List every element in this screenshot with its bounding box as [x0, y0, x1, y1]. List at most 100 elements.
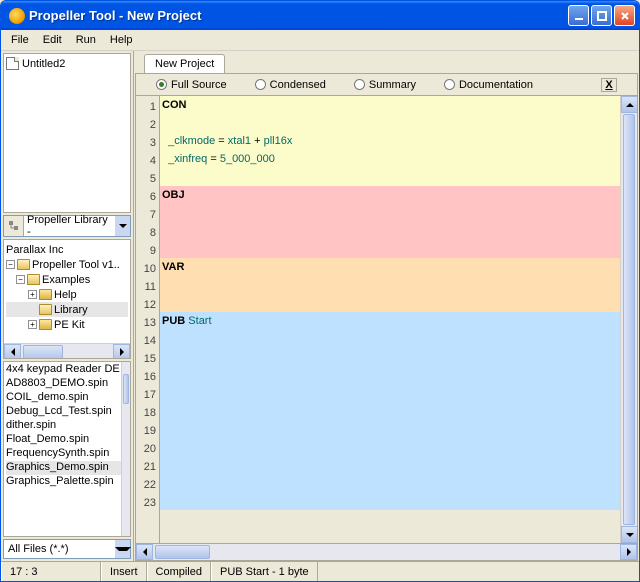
code-line[interactable]	[160, 456, 620, 474]
code-line[interactable]	[160, 384, 620, 402]
code-line[interactable]	[160, 276, 620, 294]
scroll-left-button[interactable]	[136, 544, 153, 560]
titlebar[interactable]: Propeller Tool - New Project	[1, 1, 639, 30]
file-item[interactable]: Graphics_Palette.spin	[6, 475, 128, 489]
menu-help[interactable]: Help	[104, 32, 139, 48]
code-line[interactable]: OBJ	[160, 186, 620, 204]
file-item[interactable]: Graphics_Demo.spin	[6, 461, 128, 475]
tree-hscroll[interactable]	[4, 343, 130, 359]
code-line[interactable]	[160, 222, 620, 240]
chevron-left-icon	[143, 548, 147, 556]
scroll-down-button[interactable]	[621, 526, 638, 543]
radio-icon	[444, 79, 455, 90]
scroll-right-button[interactable]	[113, 344, 130, 360]
code-line[interactable]	[160, 240, 620, 258]
client-area: Untitled2 Propeller Library - Parallax I…	[1, 51, 639, 561]
line-gutter: 1234567891011121314151617181920212223	[136, 96, 160, 543]
editor: 1234567891011121314151617181920212223 CO…	[135, 95, 638, 544]
files-vscroll[interactable]	[121, 362, 130, 536]
code-line[interactable]	[160, 366, 620, 384]
view-full[interactable]: Full Source	[156, 79, 227, 91]
file-item[interactable]: FrequencySynth.spin	[6, 447, 128, 461]
collapse-icon[interactable]: −	[16, 275, 25, 284]
code-line[interactable]: _xinfreq = 5_000_000	[160, 150, 620, 168]
code-line[interactable]	[160, 330, 620, 348]
file-item[interactable]: dither.spin	[6, 419, 128, 433]
file-item[interactable]: AD8803_DEMO.spin	[6, 377, 128, 391]
code-line[interactable]	[160, 204, 620, 222]
code-line[interactable]	[160, 438, 620, 456]
radio-icon	[354, 79, 365, 90]
scroll-thumb[interactable]	[623, 114, 635, 525]
folder-icon	[27, 274, 40, 285]
tree-item[interactable]: −Propeller Tool v1..	[6, 257, 128, 272]
dropdown-arrow[interactable]	[115, 540, 130, 558]
chevron-right-icon	[120, 348, 124, 356]
code-line[interactable]: _clkmode = xtal1 + pll16x	[160, 132, 620, 150]
status-compiled: Compiled	[147, 562, 211, 581]
code-line[interactable]	[160, 420, 620, 438]
library-selector-label: Propeller Library -	[24, 216, 115, 236]
expand-icon[interactable]: +	[28, 290, 37, 299]
code-line[interactable]	[160, 348, 620, 366]
folder-icon	[39, 289, 52, 300]
code-line[interactable]	[160, 294, 620, 312]
view-summary[interactable]: Summary	[354, 79, 416, 91]
code-line[interactable]: VAR	[160, 258, 620, 276]
tree-item[interactable]: Parallax Inc	[6, 242, 128, 257]
dropdown-arrow[interactable]	[115, 216, 130, 236]
menu-run[interactable]: Run	[70, 32, 102, 48]
main-area: New Project Full Source Condensed Summar…	[134, 51, 639, 561]
scroll-thumb[interactable]	[155, 545, 210, 559]
maximize-button[interactable]	[591, 5, 612, 26]
file-item[interactable]: COIL_demo.spin	[6, 391, 128, 405]
tree-item[interactable]: +PE Kit	[6, 317, 128, 332]
status-cursor-pos: 17 : 3	[1, 562, 101, 581]
code-line[interactable]	[160, 114, 620, 132]
file-item[interactable]: Float_Demo.spin	[6, 433, 128, 447]
menu-file[interactable]: File	[5, 32, 35, 48]
tree-icon	[8, 220, 20, 232]
library-selector[interactable]: Propeller Library -	[3, 215, 131, 237]
folder-icon	[39, 304, 52, 315]
code-line[interactable]	[160, 402, 620, 420]
code-area[interactable]: CON _clkmode = xtal1 + pll16x _xinfreq =…	[160, 96, 620, 543]
folder-icon	[39, 319, 52, 330]
close-button[interactable]	[614, 5, 635, 26]
scroll-right-button[interactable]	[620, 544, 637, 560]
view-documentation[interactable]: Documentation	[444, 79, 533, 91]
tree-mode-button[interactable]	[4, 216, 24, 236]
folder-icon	[17, 259, 30, 270]
tab-active[interactable]: New Project	[144, 54, 225, 73]
expand-icon[interactable]: +	[28, 320, 37, 329]
tree-item[interactable]: −Examples	[6, 272, 128, 287]
tree-item[interactable]: Library	[6, 302, 128, 317]
file-item[interactable]: Debug_Lcd_Test.spin	[6, 405, 128, 419]
recent-item[interactable]: Untitled2	[6, 56, 128, 71]
code-line[interactable]	[160, 492, 620, 510]
minimize-button[interactable]	[568, 5, 589, 26]
code-line[interactable]: CON	[160, 96, 620, 114]
view-condensed[interactable]: Condensed	[255, 79, 326, 91]
file-item[interactable]: 4x4 keypad Reader DE	[6, 363, 128, 377]
tree-item[interactable]: +Help	[6, 287, 128, 302]
code-line[interactable]	[160, 474, 620, 492]
chevron-down-icon	[626, 533, 634, 537]
file-filter[interactable]: All Files (*.*)	[3, 539, 131, 559]
code-line[interactable]	[160, 168, 620, 186]
scroll-thumb[interactable]	[23, 345, 63, 360]
chevron-down-icon	[119, 224, 127, 228]
collapse-icon[interactable]: −	[6, 260, 15, 269]
editor-vscroll[interactable]	[620, 96, 637, 543]
chevron-down-icon	[115, 547, 131, 551]
scroll-left-button[interactable]	[4, 344, 21, 360]
scroll-thumb[interactable]	[123, 374, 129, 404]
close-tab-button[interactable]: X	[601, 78, 617, 92]
editor-hscroll[interactable]	[135, 544, 638, 561]
chevron-left-icon	[11, 348, 15, 356]
code-line[interactable]: PUB Start	[160, 312, 620, 330]
folder-tree: Parallax Inc −Propeller Tool v1.. −Examp…	[3, 239, 131, 359]
radio-icon	[255, 79, 266, 90]
menu-edit[interactable]: Edit	[37, 32, 68, 48]
scroll-up-button[interactable]	[621, 96, 638, 113]
